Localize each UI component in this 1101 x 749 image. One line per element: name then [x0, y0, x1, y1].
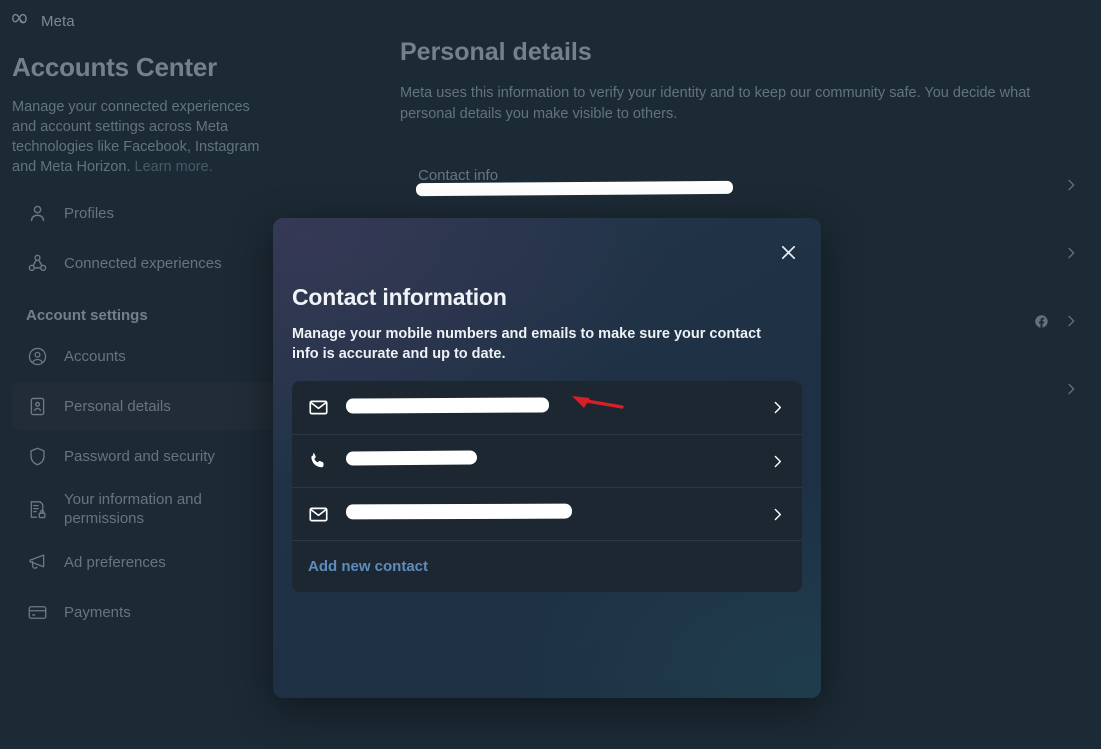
redaction-bar [346, 397, 549, 413]
redaction-bar [346, 450, 477, 465]
sidebar-item-accounts[interactable]: Accounts [12, 332, 278, 380]
redaction-bar [346, 504, 572, 520]
learn-more-link[interactable]: Learn more. [135, 159, 213, 175]
meta-infinity-logo-icon [12, 12, 34, 31]
credit-card-icon [26, 601, 48, 623]
contact-value [346, 504, 769, 524]
row-right [1034, 301, 1079, 334]
page-title: Accounts Center [0, 30, 290, 83]
sidebar-item-label: Personal details [64, 397, 171, 416]
contact-row-email-primary[interactable] [292, 381, 802, 434]
brand-name: Meta [41, 13, 75, 30]
row-right [1063, 165, 1079, 198]
sidebar-description: Manage your connected experiences and ac… [0, 83, 290, 177]
sidebar-item-label: Profiles [64, 204, 114, 223]
chevron-right-icon[interactable] [769, 399, 786, 416]
shield-icon [26, 445, 48, 467]
sidebar-item-connected-experiences[interactable]: Connected experiences [12, 239, 278, 287]
main-description: Meta uses this information to verify you… [400, 67, 1072, 125]
person-icon [26, 202, 48, 224]
id-card-icon [26, 395, 48, 417]
sidebar-item-payments[interactable]: Payments [12, 588, 278, 636]
add-new-contact-row[interactable]: Add new contact [292, 540, 802, 592]
row-right [1063, 369, 1079, 402]
sidebar-item-profiles[interactable]: Profiles [12, 189, 278, 237]
chevron-right-icon[interactable] [1063, 381, 1079, 402]
contact-list-card: Add new contact [292, 381, 802, 592]
sidebar-item-label: Password and security [64, 447, 215, 466]
envelope-icon [306, 396, 330, 420]
chevron-right-icon[interactable] [769, 453, 786, 470]
document-lock-icon [26, 498, 48, 520]
sidebar-nav: Profiles Connected experiences Account s… [0, 189, 290, 636]
phone-icon [306, 449, 330, 473]
sidebar-item-label: Your information and permissions [64, 490, 234, 528]
sidebar-item-label: Accounts [64, 347, 126, 366]
screen-root: Meta Accounts Center Manage your connect… [0, 0, 1101, 749]
sidebar-item-personal-details[interactable]: Personal details [12, 382, 278, 430]
contact-value [346, 451, 769, 471]
chevron-right-icon[interactable] [1063, 313, 1079, 334]
redaction-bar-background-contact [416, 181, 733, 196]
row-right [1063, 233, 1079, 266]
sidebar-item-password-and-security[interactable]: Password and security [12, 432, 278, 480]
contact-row-phone[interactable] [292, 434, 802, 487]
contact-information-modal: Contact information Manage your mobile n… [273, 218, 821, 698]
chevron-right-icon[interactable] [769, 506, 786, 523]
account-circle-icon [26, 345, 48, 367]
sidebar-item-label: Payments [64, 603, 131, 622]
contact-value [346, 398, 769, 418]
sidebar-item-label: Connected experiences [64, 254, 222, 273]
add-new-contact-link[interactable]: Add new contact [308, 558, 428, 575]
chevron-right-icon[interactable] [1063, 177, 1079, 198]
facebook-icon [1034, 314, 1049, 334]
sidebar-item-ad-preferences[interactable]: Ad preferences [12, 538, 278, 586]
close-icon[interactable] [771, 235, 805, 269]
envelope-icon [306, 502, 330, 526]
sidebar: Meta Accounts Center Manage your connect… [0, 0, 290, 749]
megaphone-icon [26, 551, 48, 573]
sidebar-section-account-settings: Account settings [0, 289, 290, 330]
chevron-right-icon[interactable] [1063, 245, 1079, 266]
modal-subtitle: Manage your mobile numbers and emails to… [273, 311, 821, 364]
main-title: Personal details [400, 0, 1101, 67]
sidebar-item-your-information-and-permissions[interactable]: Your information and permissions [12, 482, 278, 536]
modal-title: Contact information [273, 218, 821, 311]
brand: Meta [0, 0, 290, 30]
contact-row-email-secondary[interactable] [292, 487, 802, 540]
sidebar-item-label: Ad preferences [64, 553, 166, 572]
connected-nodes-icon [26, 252, 48, 274]
